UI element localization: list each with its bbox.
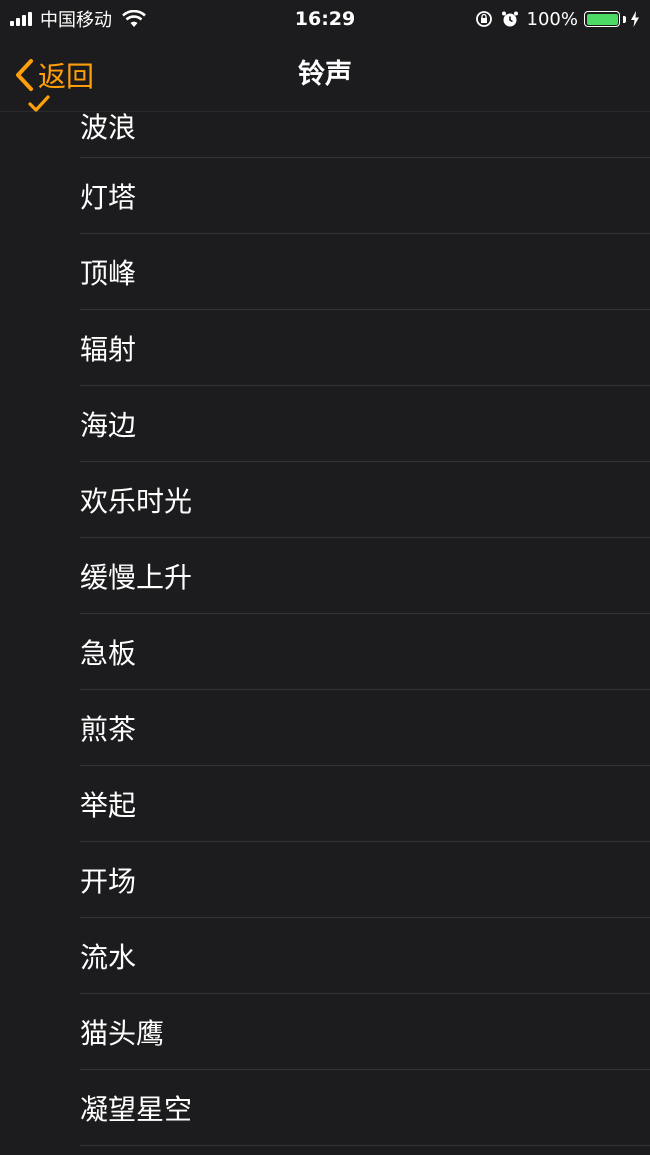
ringtone-label: 煎茶 (80, 713, 137, 746)
ringtone-item[interactable]: 辐射 (0, 310, 650, 386)
ringtone-label: 缓慢上升 (80, 561, 193, 594)
ringtone-item[interactable]: 波浪 (0, 84, 650, 158)
ringtone-item[interactable]: 煎茶 (0, 690, 650, 766)
alarm-icon (501, 11, 518, 27)
status-bar: 中国移动 16:29 100% (0, 0, 650, 38)
ringtone-label: 流水 (80, 941, 137, 974)
ringtone-label: 顶峰 (80, 257, 137, 290)
ringtone-item[interactable]: 缓慢上升 (0, 538, 650, 614)
ringtone-label: 海边 (80, 409, 137, 442)
ringtone-label: 急板 (80, 637, 137, 670)
battery-tip (623, 15, 626, 23)
ringtone-label: 举起 (80, 789, 137, 822)
ringtone-item[interactable]: 急板 (0, 614, 650, 690)
ringtone-item[interactable]: 凝望星空 (0, 1070, 650, 1146)
checkmark-icon (28, 95, 50, 112)
ringtone-label: 辐射 (80, 333, 137, 366)
battery-fill (586, 13, 618, 25)
ringtone-item[interactable]: 灯塔 (0, 158, 650, 234)
rotation-lock-icon (475, 11, 492, 27)
battery-icon (584, 11, 620, 27)
ringtone-list: 波浪灯塔顶峰辐射海边欢乐时光缓慢上升急板煎茶举起开场流水猫头鹰凝望星空 (0, 84, 650, 1146)
ringtone-item[interactable]: 流水 (0, 918, 650, 994)
ringtone-label: 猫头鹰 (80, 1017, 165, 1050)
ringtone-label: 波浪 (80, 111, 137, 144)
battery-percent: 100% (526, 8, 578, 30)
row-separator (80, 1145, 650, 1146)
ringtone-item[interactable]: 举起 (0, 766, 650, 842)
ringtone-item[interactable]: 顶峰 (0, 234, 650, 310)
ringtone-label: 开场 (80, 865, 137, 898)
ringtone-label: 凝望星空 (80, 1093, 193, 1126)
status-right: 100% (475, 0, 640, 38)
ringtone-item[interactable]: 开场 (0, 842, 650, 918)
ringtone-item[interactable]: 海边 (0, 386, 650, 462)
ringtone-item[interactable]: 猫头鹰 (0, 994, 650, 1070)
ringtone-label: 灯塔 (80, 181, 137, 214)
ringtone-label: 欢乐时光 (80, 485, 193, 518)
charging-icon (631, 11, 639, 27)
ringtone-item[interactable]: 欢乐时光 (0, 462, 650, 538)
